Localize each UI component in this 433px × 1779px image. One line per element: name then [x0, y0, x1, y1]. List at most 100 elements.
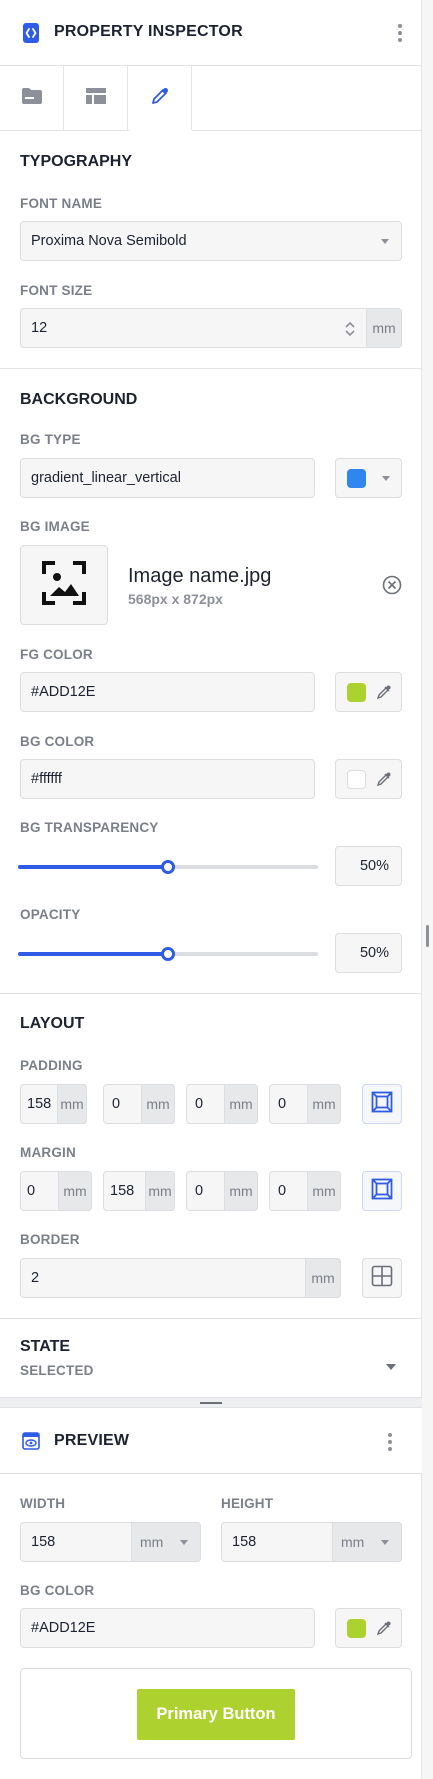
fg-color-input[interactable]: #ADD12E	[20, 672, 315, 712]
tab-style[interactable]	[128, 66, 192, 130]
font-size-stepper[interactable]: 12 mm	[20, 308, 402, 348]
bg-transparency-value-box[interactable]: 50%	[335, 846, 402, 886]
border-grid-icon	[371, 1265, 393, 1292]
padding-value: 0	[112, 1096, 121, 1112]
font-size-label: FONT SIZE	[20, 283, 93, 298]
state-dropdown[interactable]: STATE SELECTED	[0, 1319, 422, 1397]
preview-title: PREVIEW	[54, 1432, 130, 1449]
margin-unit: mm	[224, 1171, 258, 1211]
inspector-logo-icon	[22, 22, 40, 44]
margin-right-input[interactable]: 158 mm	[103, 1171, 175, 1211]
section-divider	[0, 993, 422, 994]
height-unit-select[interactable]: mm	[332, 1522, 402, 1562]
padding-bottom-input[interactable]: 0 mm	[186, 1084, 258, 1124]
opacity-slider[interactable]	[18, 947, 318, 961]
layout-title: LAYOUT	[20, 1015, 85, 1032]
preview-bg-color-value: #ADD12E	[31, 1620, 96, 1636]
padding-unit: mm	[141, 1084, 175, 1124]
font-name-select[interactable]: Proxima Nova Semibold	[20, 221, 402, 261]
image-name: Image name.jpg	[128, 565, 272, 587]
slider-handle[interactable]	[161, 947, 175, 961]
bg-type-swatch	[347, 469, 366, 488]
fg-color-swatch	[347, 683, 366, 702]
panel-splitter[interactable]	[0, 1397, 422, 1408]
fg-color-value: #ADD12E	[31, 684, 96, 700]
slider-handle[interactable]	[161, 860, 175, 874]
slider-fill	[18, 952, 168, 956]
margin-label: MARGIN	[20, 1145, 76, 1160]
margin-left-input[interactable]: 0 mm	[269, 1171, 341, 1211]
bg-transparency-slider[interactable]	[18, 860, 318, 874]
preview-canvas: Primary Button	[20, 1668, 412, 1759]
margin-box-icon	[371, 1178, 393, 1205]
opacity-label: OPACITY	[20, 907, 81, 922]
margin-unit: mm	[145, 1171, 175, 1211]
state-value: SELECTED	[20, 1363, 94, 1378]
stepper-arrows-icon[interactable]	[345, 321, 355, 341]
padding-label: PADDING	[20, 1058, 83, 1073]
preview-bg-color-input[interactable]: #ADD12E	[20, 1608, 315, 1648]
more-options-icon[interactable]	[398, 24, 402, 42]
height-label: HEIGHT	[221, 1496, 274, 1511]
padding-left-input[interactable]: 0 mm	[269, 1084, 341, 1124]
tab-files[interactable]	[0, 66, 64, 130]
preview-bg-color-picker[interactable]	[335, 1608, 402, 1648]
width-unit: mm	[140, 1534, 164, 1550]
bg-color-input[interactable]: #ffffff	[20, 759, 315, 799]
padding-unit: mm	[307, 1084, 341, 1124]
bg-type-color-picker[interactable]	[335, 458, 402, 498]
chevron-down-icon	[381, 239, 389, 244]
eyedropper-icon	[150, 86, 170, 111]
slider-fill	[18, 865, 168, 869]
border-unit: mm	[305, 1258, 341, 1298]
state-title: STATE	[20, 1338, 71, 1355]
padding-box-icon	[371, 1091, 393, 1118]
margin-top-input[interactable]: 0 mm	[20, 1171, 92, 1211]
bg-transparency-value: 50%	[359, 858, 389, 874]
bg-color-label: BG COLOR	[20, 734, 95, 749]
section-divider	[0, 368, 422, 369]
more-options-icon[interactable]	[388, 1433, 392, 1451]
preview-bg-color-label: BG COLOR	[20, 1583, 95, 1598]
margin-unit: mm	[58, 1171, 92, 1211]
chevron-down-icon	[381, 1540, 389, 1545]
fg-color-label: FG COLOR	[20, 647, 93, 662]
margin-bottom-input[interactable]: 0 mm	[186, 1171, 258, 1211]
margin-value: 158	[110, 1183, 135, 1199]
eyedropper-icon	[376, 1620, 392, 1641]
padding-unit: mm	[224, 1084, 258, 1124]
splitter-handle[interactable]	[200, 1402, 222, 1404]
width-input[interactable]: 158 mm	[20, 1522, 201, 1562]
padding-value: 0	[278, 1096, 287, 1112]
margin-unit: mm	[307, 1171, 341, 1211]
typography-title: TYPOGRAPHY	[20, 153, 133, 170]
height-value: 158	[232, 1534, 257, 1550]
image-placeholder-icon	[41, 560, 87, 611]
resize-handle[interactable]	[426, 925, 429, 947]
tab-layout[interactable]	[64, 66, 128, 130]
remove-image-icon[interactable]	[382, 575, 402, 600]
padding-right-input[interactable]: 0 mm	[103, 1084, 175, 1124]
opacity-value: 50%	[359, 945, 389, 961]
border-label: BORDER	[20, 1232, 80, 1247]
primary-button[interactable]: Primary Button	[137, 1689, 295, 1740]
preview-header: PREVIEW	[0, 1408, 422, 1474]
padding-box-toggle[interactable]	[362, 1084, 402, 1124]
font-name-value: Proxima Nova Semibold	[31, 233, 187, 249]
border-sides-toggle[interactable]	[362, 1258, 402, 1298]
padding-value: 0	[195, 1096, 204, 1112]
folder-icon	[21, 87, 43, 110]
fg-color-picker[interactable]	[335, 672, 402, 712]
panel-resize-strip[interactable]	[422, 0, 433, 1779]
opacity-value-box[interactable]: 50%	[335, 933, 402, 973]
bg-color-picker[interactable]	[335, 759, 402, 799]
background-title: BACKGROUND	[20, 391, 138, 408]
border-input[interactable]: 2 mm	[20, 1258, 341, 1298]
height-input[interactable]: 158 mm	[221, 1522, 402, 1562]
bg-type-select[interactable]: gradient_linear_vertical	[20, 458, 315, 498]
width-unit-select[interactable]: mm	[131, 1522, 201, 1562]
image-thumbnail[interactable]	[20, 545, 108, 625]
padding-top-input[interactable]: 158 mm	[20, 1084, 87, 1124]
eyedropper-icon	[376, 771, 392, 792]
margin-box-toggle[interactable]	[362, 1171, 402, 1211]
